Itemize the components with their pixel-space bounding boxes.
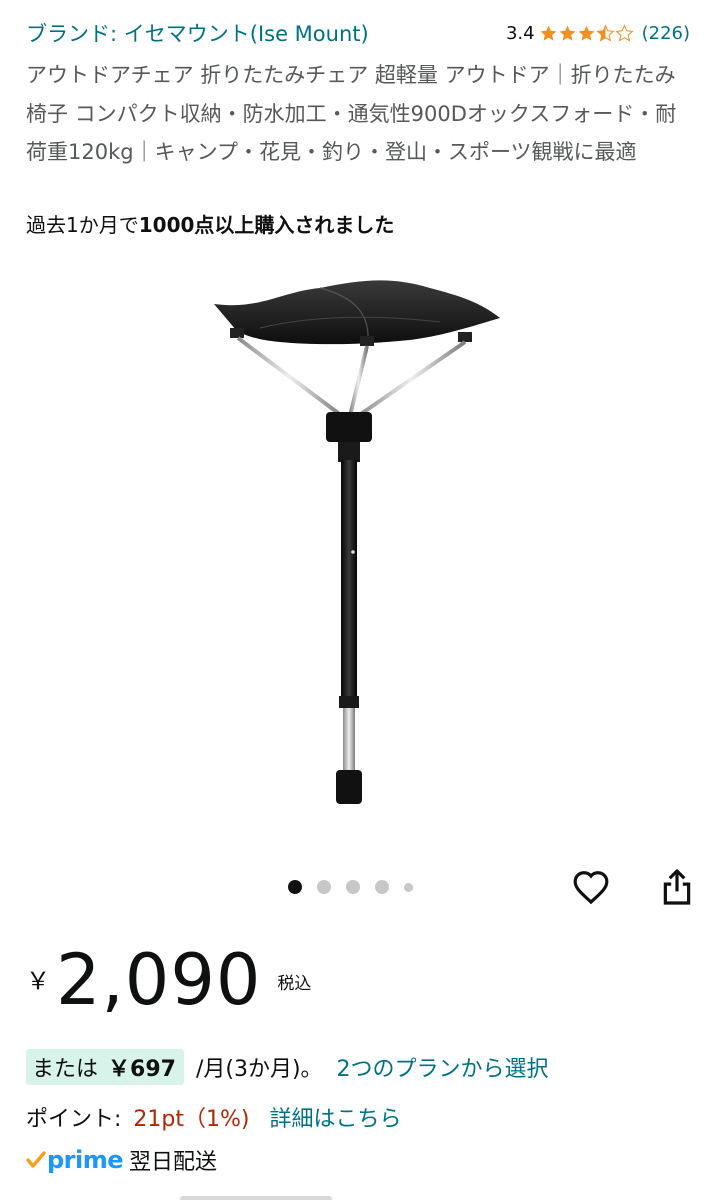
chair-image[interactable] — [200, 270, 520, 815]
installment-period: /月(3か月)。 — [195, 1057, 323, 1082]
carousel-dot[interactable] — [375, 880, 389, 894]
installment-badge: または ￥697 — [26, 1049, 184, 1085]
prime-logo: prime — [47, 1146, 124, 1174]
review-count-link[interactable]: (226) — [642, 23, 690, 44]
empty-star-icon — [614, 23, 634, 42]
points-row: ポイント: 21pt（1%) 詳細はこちら — [26, 1098, 402, 1136]
heart-icon — [573, 871, 609, 905]
points-detail-link[interactable]: 詳細はこちら — [270, 1101, 402, 1133]
rating-value: 3.4 — [505, 22, 535, 44]
star-icon — [540, 25, 557, 41]
installment-amount: ￥697 — [108, 1057, 176, 1082]
purchase-count-notice: 過去1か月で1000点以上購入されました — [26, 210, 394, 240]
image-carousel-dots[interactable] — [288, 878, 413, 896]
star-icon — [559, 25, 576, 41]
product-actions — [570, 866, 698, 908]
purchase-count-emphasis: 1000点以上購入されました — [138, 213, 395, 237]
points-value: 21pt（1%) — [133, 1107, 250, 1132]
product-title: アウトドアチェア 折りたたみチェア 超軽量 アウトドア｜折りたたみ椅子 コンパク… — [26, 63, 677, 164]
installment-row: または ￥697 /月(3か月)。 2つのプランから選択 — [26, 1048, 549, 1086]
installment-plan-link[interactable]: 2つのプランから選択 — [337, 1051, 549, 1083]
price-currency-symbol: ￥ — [26, 967, 50, 995]
price: ￥ 2,090 税込 — [26, 935, 311, 1025]
share-button[interactable] — [656, 866, 698, 908]
installment-prefix: または — [32, 1057, 99, 1082]
prime-delivery-row: prime 翌日配送 — [26, 1142, 217, 1178]
carousel-dot[interactable] — [346, 880, 360, 894]
favorite-button[interactable] — [570, 866, 612, 908]
star-icon — [578, 25, 595, 41]
carousel-dot[interactable] — [404, 882, 413, 892]
points-label: ポイント: — [26, 1107, 122, 1132]
purchase-count-prefix: 過去1か月で — [26, 213, 139, 237]
share-icon — [663, 869, 691, 905]
product-detail-page: ブランド: イセマウント(Ise Mount) 3.4 (226) アウトドアチ… — [0, 0, 712, 1200]
brand-link[interactable]: ブランド: イセマウント(Ise Mount) — [26, 18, 369, 48]
bottom-divider — [180, 1196, 332, 1200]
prime-delivery-text: 翌日配送 — [129, 1150, 218, 1175]
half-star-icon — [595, 23, 615, 42]
rating[interactable]: 3.4 (226) — [506, 23, 690, 44]
carousel-dot[interactable] — [288, 880, 302, 894]
carousel-dot[interactable] — [317, 880, 331, 894]
star-rating — [539, 23, 634, 43]
tax-included-label: 税込 — [277, 974, 312, 994]
prime-check-icon — [26, 1151, 46, 1168]
price-amount: 2,090 — [56, 939, 262, 1021]
brand-rating-row: ブランド: イセマウント(Ise Mount) 3.4 (226) — [26, 16, 690, 50]
